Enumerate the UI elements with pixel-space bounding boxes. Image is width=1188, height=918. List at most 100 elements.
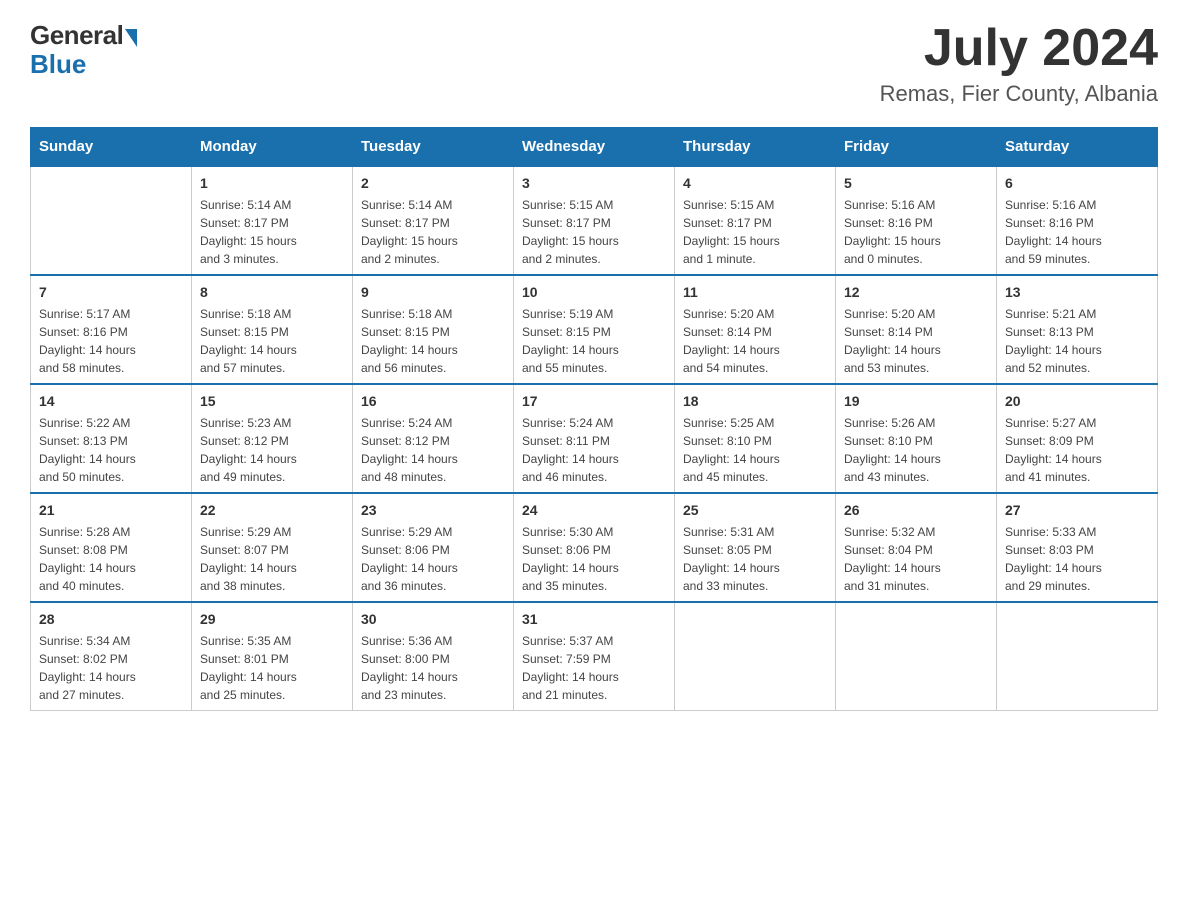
day-number: 28 xyxy=(39,609,183,630)
page-header: General Blue July 2024 Remas, Fier Count… xyxy=(30,20,1158,107)
day-number: 3 xyxy=(522,173,666,194)
calendar-cell: 31Sunrise: 5:37 AM Sunset: 7:59 PM Dayli… xyxy=(514,602,675,711)
calendar-header-tuesday: Tuesday xyxy=(353,128,514,167)
calendar-cell: 13Sunrise: 5:21 AM Sunset: 8:13 PM Dayli… xyxy=(997,275,1158,384)
logo-arrow-icon xyxy=(125,29,137,47)
calendar-header-sunday: Sunday xyxy=(31,128,192,167)
day-number: 15 xyxy=(200,391,344,412)
calendar-cell: 20Sunrise: 5:27 AM Sunset: 8:09 PM Dayli… xyxy=(997,384,1158,493)
day-info: Sunrise: 5:22 AM Sunset: 8:13 PM Dayligh… xyxy=(39,414,183,486)
day-number: 26 xyxy=(844,500,988,521)
day-info: Sunrise: 5:15 AM Sunset: 8:17 PM Dayligh… xyxy=(522,196,666,268)
calendar-week-row: 1Sunrise: 5:14 AM Sunset: 8:17 PM Daylig… xyxy=(31,166,1158,275)
day-number: 14 xyxy=(39,391,183,412)
day-number: 19 xyxy=(844,391,988,412)
day-number: 5 xyxy=(844,173,988,194)
logo-general-text: General xyxy=(30,20,123,51)
calendar-cell: 25Sunrise: 5:31 AM Sunset: 8:05 PM Dayli… xyxy=(675,493,836,602)
day-number: 12 xyxy=(844,282,988,303)
calendar-cell: 29Sunrise: 5:35 AM Sunset: 8:01 PM Dayli… xyxy=(192,602,353,711)
day-number: 8 xyxy=(200,282,344,303)
calendar-week-row: 14Sunrise: 5:22 AM Sunset: 8:13 PM Dayli… xyxy=(31,384,1158,493)
day-info: Sunrise: 5:33 AM Sunset: 8:03 PM Dayligh… xyxy=(1005,523,1149,595)
calendar-cell: 1Sunrise: 5:14 AM Sunset: 8:17 PM Daylig… xyxy=(192,166,353,275)
day-number: 17 xyxy=(522,391,666,412)
calendar-cell: 12Sunrise: 5:20 AM Sunset: 8:14 PM Dayli… xyxy=(836,275,997,384)
day-number: 7 xyxy=(39,282,183,303)
day-number: 20 xyxy=(1005,391,1149,412)
calendar-cell: 10Sunrise: 5:19 AM Sunset: 8:15 PM Dayli… xyxy=(514,275,675,384)
day-number: 4 xyxy=(683,173,827,194)
calendar-header-saturday: Saturday xyxy=(997,128,1158,167)
calendar-cell: 30Sunrise: 5:36 AM Sunset: 8:00 PM Dayli… xyxy=(353,602,514,711)
month-year-title: July 2024 xyxy=(880,20,1158,77)
day-number: 25 xyxy=(683,500,827,521)
calendar-cell: 4Sunrise: 5:15 AM Sunset: 8:17 PM Daylig… xyxy=(675,166,836,275)
day-info: Sunrise: 5:19 AM Sunset: 8:15 PM Dayligh… xyxy=(522,305,666,377)
calendar-cell: 11Sunrise: 5:20 AM Sunset: 8:14 PM Dayli… xyxy=(675,275,836,384)
day-number: 23 xyxy=(361,500,505,521)
calendar-cell: 27Sunrise: 5:33 AM Sunset: 8:03 PM Dayli… xyxy=(997,493,1158,602)
day-info: Sunrise: 5:20 AM Sunset: 8:14 PM Dayligh… xyxy=(683,305,827,377)
calendar-cell xyxy=(675,602,836,711)
day-number: 18 xyxy=(683,391,827,412)
day-info: Sunrise: 5:16 AM Sunset: 8:16 PM Dayligh… xyxy=(844,196,988,268)
calendar-cell: 26Sunrise: 5:32 AM Sunset: 8:04 PM Dayli… xyxy=(836,493,997,602)
calendar-cell: 18Sunrise: 5:25 AM Sunset: 8:10 PM Dayli… xyxy=(675,384,836,493)
day-number: 9 xyxy=(361,282,505,303)
day-info: Sunrise: 5:24 AM Sunset: 8:11 PM Dayligh… xyxy=(522,414,666,486)
calendar-cell: 2Sunrise: 5:14 AM Sunset: 8:17 PM Daylig… xyxy=(353,166,514,275)
calendar-cell: 24Sunrise: 5:30 AM Sunset: 8:06 PM Dayli… xyxy=(514,493,675,602)
day-number: 24 xyxy=(522,500,666,521)
day-info: Sunrise: 5:28 AM Sunset: 8:08 PM Dayligh… xyxy=(39,523,183,595)
day-info: Sunrise: 5:26 AM Sunset: 8:10 PM Dayligh… xyxy=(844,414,988,486)
calendar-cell: 16Sunrise: 5:24 AM Sunset: 8:12 PM Dayli… xyxy=(353,384,514,493)
day-info: Sunrise: 5:20 AM Sunset: 8:14 PM Dayligh… xyxy=(844,305,988,377)
calendar-week-row: 7Sunrise: 5:17 AM Sunset: 8:16 PM Daylig… xyxy=(31,275,1158,384)
day-info: Sunrise: 5:35 AM Sunset: 8:01 PM Dayligh… xyxy=(200,632,344,704)
day-info: Sunrise: 5:18 AM Sunset: 8:15 PM Dayligh… xyxy=(361,305,505,377)
calendar-cell: 8Sunrise: 5:18 AM Sunset: 8:15 PM Daylig… xyxy=(192,275,353,384)
day-info: Sunrise: 5:14 AM Sunset: 8:17 PM Dayligh… xyxy=(361,196,505,268)
day-info: Sunrise: 5:16 AM Sunset: 8:16 PM Dayligh… xyxy=(1005,196,1149,268)
day-number: 22 xyxy=(200,500,344,521)
day-info: Sunrise: 5:25 AM Sunset: 8:10 PM Dayligh… xyxy=(683,414,827,486)
calendar-cell: 19Sunrise: 5:26 AM Sunset: 8:10 PM Dayli… xyxy=(836,384,997,493)
logo: General Blue xyxy=(30,20,137,80)
calendar-cell: 3Sunrise: 5:15 AM Sunset: 8:17 PM Daylig… xyxy=(514,166,675,275)
day-number: 31 xyxy=(522,609,666,630)
day-number: 30 xyxy=(361,609,505,630)
calendar-cell xyxy=(31,166,192,275)
day-info: Sunrise: 5:30 AM Sunset: 8:06 PM Dayligh… xyxy=(522,523,666,595)
day-number: 10 xyxy=(522,282,666,303)
calendar-cell: 5Sunrise: 5:16 AM Sunset: 8:16 PM Daylig… xyxy=(836,166,997,275)
day-info: Sunrise: 5:27 AM Sunset: 8:09 PM Dayligh… xyxy=(1005,414,1149,486)
day-info: Sunrise: 5:29 AM Sunset: 8:06 PM Dayligh… xyxy=(361,523,505,595)
calendar-cell: 22Sunrise: 5:29 AM Sunset: 8:07 PM Dayli… xyxy=(192,493,353,602)
calendar-cell: 9Sunrise: 5:18 AM Sunset: 8:15 PM Daylig… xyxy=(353,275,514,384)
calendar-cell: 28Sunrise: 5:34 AM Sunset: 8:02 PM Dayli… xyxy=(31,602,192,711)
title-section: July 2024 Remas, Fier County, Albania xyxy=(880,20,1158,107)
day-info: Sunrise: 5:17 AM Sunset: 8:16 PM Dayligh… xyxy=(39,305,183,377)
calendar-header-wednesday: Wednesday xyxy=(514,128,675,167)
calendar-cell: 23Sunrise: 5:29 AM Sunset: 8:06 PM Dayli… xyxy=(353,493,514,602)
logo-blue-text: Blue xyxy=(30,49,86,80)
calendar-header-row: SundayMondayTuesdayWednesdayThursdayFrid… xyxy=(31,128,1158,167)
calendar-week-row: 21Sunrise: 5:28 AM Sunset: 8:08 PM Dayli… xyxy=(31,493,1158,602)
calendar-cell: 15Sunrise: 5:23 AM Sunset: 8:12 PM Dayli… xyxy=(192,384,353,493)
day-info: Sunrise: 5:18 AM Sunset: 8:15 PM Dayligh… xyxy=(200,305,344,377)
calendar-cell xyxy=(997,602,1158,711)
day-info: Sunrise: 5:15 AM Sunset: 8:17 PM Dayligh… xyxy=(683,196,827,268)
day-number: 16 xyxy=(361,391,505,412)
calendar-cell: 14Sunrise: 5:22 AM Sunset: 8:13 PM Dayli… xyxy=(31,384,192,493)
calendar-header-friday: Friday xyxy=(836,128,997,167)
day-info: Sunrise: 5:14 AM Sunset: 8:17 PM Dayligh… xyxy=(200,196,344,268)
day-info: Sunrise: 5:34 AM Sunset: 8:02 PM Dayligh… xyxy=(39,632,183,704)
day-number: 21 xyxy=(39,500,183,521)
day-info: Sunrise: 5:29 AM Sunset: 8:07 PM Dayligh… xyxy=(200,523,344,595)
day-number: 13 xyxy=(1005,282,1149,303)
calendar-cell: 6Sunrise: 5:16 AM Sunset: 8:16 PM Daylig… xyxy=(997,166,1158,275)
day-number: 6 xyxy=(1005,173,1149,194)
calendar-header-thursday: Thursday xyxy=(675,128,836,167)
day-number: 1 xyxy=(200,173,344,194)
